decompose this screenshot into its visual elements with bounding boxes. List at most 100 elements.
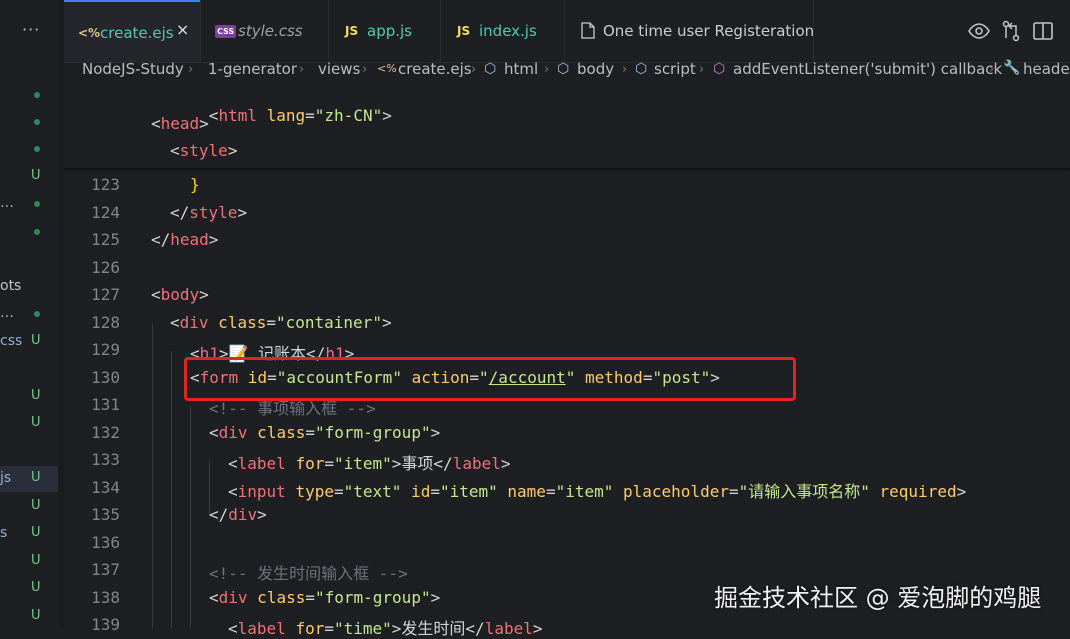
git-status-dot-icon [34, 119, 40, 125]
explorer-item[interactable] [0, 82, 58, 108]
code-editor[interactable]: <html lang="zh-CN"> <head> <style> 123 }… [64, 84, 1070, 638]
code-line[interactable]: 123 } [64, 172, 1070, 199]
line-number: 124 [91, 203, 120, 222]
code-line[interactable]: 126 [64, 255, 1070, 282]
css-file-icon: CSS [215, 25, 237, 38]
explorer-panel: ··· U… ots… css U U Ujs U Us U U U U [0, 0, 58, 628]
line-number: 133 [91, 450, 120, 469]
git-untracked-badge: U [31, 608, 41, 623]
breadcrumb-item[interactable]: NodeJS-Study [82, 60, 184, 78]
code-line[interactable]: 124 </style> [64, 200, 1070, 227]
code-line[interactable]: 125 </head> [64, 227, 1070, 254]
explorer-item-label: ots [0, 278, 22, 294]
explorer-item[interactable]: css U [0, 329, 58, 355]
line-number: 132 [91, 423, 120, 442]
git-untracked-badge: U [31, 388, 41, 403]
sticky-line[interactable]: <style> [64, 138, 1070, 165]
explorer-item[interactable]: ots [0, 274, 58, 300]
chevron-right-icon: › [544, 62, 550, 77]
code-line[interactable]: 128 <div class="container"> [64, 310, 1070, 337]
explorer-item[interactable]: U [0, 494, 58, 520]
code-line[interactable]: 136 [64, 530, 1070, 557]
explorer-item[interactable]: U [0, 604, 58, 628]
preview-eye-icon[interactable] [966, 18, 992, 44]
git-untracked-badge: U [31, 580, 41, 595]
git-untracked-badge: U [31, 168, 41, 183]
git-status-dot-icon [34, 311, 40, 317]
sticky-line[interactable]: <head> [64, 111, 1070, 138]
explorer-item-label: js [0, 470, 12, 486]
line-number: 130 [91, 368, 120, 387]
more-actions-icon[interactable]: ··· [22, 20, 40, 39]
line-number: 138 [91, 588, 120, 607]
breadcrumb-item[interactable]: script [654, 60, 696, 78]
tab-label: index.js [479, 22, 537, 40]
close-icon[interactable]: × [176, 20, 189, 39]
breadcrumb-item[interactable]: views [318, 60, 360, 78]
code-line[interactable]: 127 <body> [64, 282, 1070, 309]
explorer-item[interactable] [0, 109, 58, 135]
explorer-item[interactable] [0, 219, 58, 245]
code-line[interactable]: 134 <input type="text" id="item" name="i… [64, 475, 1070, 502]
tab-index-js[interactable]: JS index.js [440, 0, 564, 62]
chevron-right-icon: › [699, 62, 705, 77]
line-number: 135 [91, 505, 120, 524]
explorer-item[interactable]: U [0, 549, 58, 575]
code-line[interactable]: 135 </div> [64, 502, 1070, 529]
line-number: 131 [91, 395, 120, 414]
explorer-item[interactable] [0, 356, 58, 382]
sticky-line[interactable]: <html lang="zh-CN"> [64, 84, 1070, 125]
breadcrumb-item[interactable]: header [1023, 60, 1070, 78]
explorer-item[interactable]: … [0, 301, 58, 327]
explorer-item[interactable] [0, 136, 58, 162]
symbol-element-icon: ⬡ [635, 61, 648, 77]
line-number: 128 [91, 313, 120, 332]
tab-style-css[interactable]: CSS style.css [200, 0, 328, 62]
symbol-element-icon: ⬡ [557, 61, 570, 77]
js-file-icon: JS [345, 24, 359, 38]
line-number: 125 [91, 230, 120, 249]
line-number: 127 [91, 285, 120, 304]
explorer-item[interactable]: sU [0, 521, 58, 547]
explorer-item[interactable] [0, 246, 58, 272]
explorer-item[interactable]: U [0, 576, 58, 602]
explorer-item-label: … [0, 195, 14, 211]
git-untracked-badge: U [31, 333, 41, 348]
git-status-dot-icon [34, 201, 40, 207]
code-text: } [190, 175, 200, 194]
tab-label: app.js [367, 22, 412, 40]
explorer-item[interactable]: … [0, 191, 58, 217]
breadcrumb-item[interactable]: html [504, 60, 538, 78]
code-line[interactable]: 133 <label for="item">事项</label> [64, 447, 1070, 474]
explorer-item[interactable]: U [0, 411, 58, 437]
chevron-right-icon: › [471, 62, 477, 77]
breadcrumb-item[interactable]: create.ejs [398, 60, 472, 78]
tab-app-js[interactable]: JS app.js [328, 0, 440, 62]
tab-label: style.css [238, 22, 303, 40]
tab-label: create.ejs [100, 24, 174, 42]
code-text: </div> [209, 505, 267, 524]
sticky-code: <style> [170, 141, 238, 160]
symbol-method-icon: ⬡ [713, 61, 726, 77]
tab-bar: <% create.ejs × CSS style.css JS app.js … [64, 0, 1070, 63]
line-number: 126 [91, 258, 120, 277]
breadcrumb-item[interactable]: 1-generator [208, 60, 297, 78]
explorer-item[interactable]: js U [0, 466, 58, 492]
line-number: 134 [91, 478, 120, 497]
code-text: <div class="form-group"> [209, 588, 441, 607]
explorer-item[interactable]: U [0, 384, 58, 410]
chevron-right-icon: › [989, 62, 995, 77]
split-editor-icon[interactable] [1030, 18, 1056, 44]
compare-changes-icon[interactable] [998, 18, 1024, 44]
breadcrumb-item[interactable]: addEventListener('submit') callback [733, 60, 1002, 78]
code-text: </head> [151, 230, 219, 249]
tab-registration[interactable]: One time user Registeration [564, 0, 814, 62]
explorer-item[interactable]: U [0, 164, 58, 190]
code-line[interactable]: 132 <div class="form-group"> [64, 420, 1070, 447]
code-line[interactable]: 139 <label for="time">发生时间</label> [64, 612, 1070, 639]
chevron-right-icon: › [362, 62, 368, 77]
explorer-item[interactable] [0, 439, 58, 465]
breadcrumb-item[interactable]: body [577, 60, 614, 78]
git-status-dot-icon [34, 146, 40, 152]
git-status-dot-icon [34, 229, 40, 235]
